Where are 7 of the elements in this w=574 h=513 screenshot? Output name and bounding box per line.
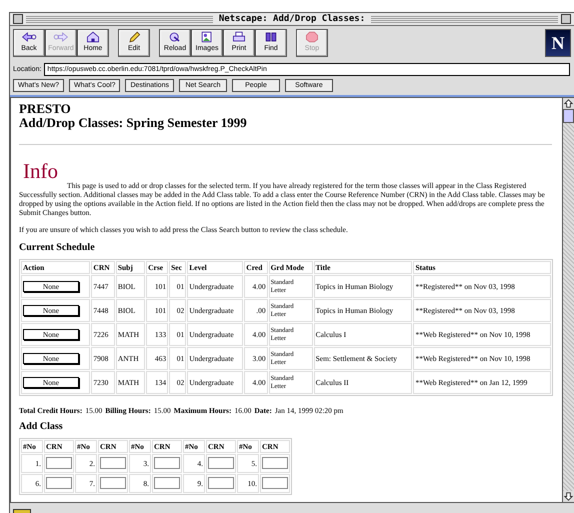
section-heading: Add Class — [19, 421, 64, 432]
section-heading: Current Schedule — [19, 242, 96, 253]
browser-logo: N — [545, 29, 571, 57]
window-title: Netscape: Add/Drop Classes: — [218, 14, 366, 24]
page-subheading: Add/Drop Classes: Spring Semester 1999 — [19, 116, 248, 130]
page-heading: PRESTO — [19, 102, 72, 116]
info-title: Info — [23, 161, 59, 181]
